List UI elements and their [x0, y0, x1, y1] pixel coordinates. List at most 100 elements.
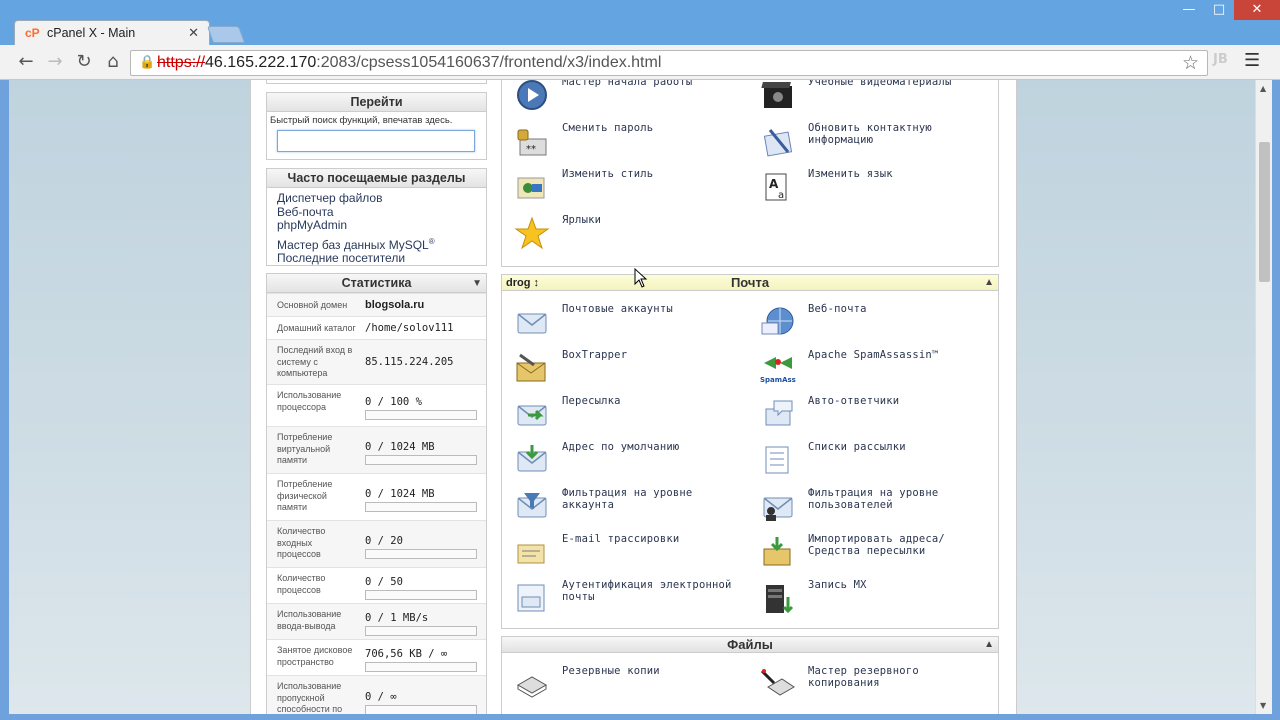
mail-item-label[interactable]: Фильтрация на уровне пользователей: [808, 487, 988, 511]
envelope-icon[interactable]: [514, 305, 550, 339]
default-address-icon[interactable]: [514, 443, 550, 477]
account-filter-icon[interactable]: [514, 489, 550, 523]
auth-icon[interactable]: [514, 581, 550, 615]
close-window-icon[interactable]: ✕: [1234, 0, 1280, 20]
collapse-arrow-icon[interactable]: ▼: [472, 274, 482, 293]
mail-title[interactable]: drog ↕ Почта ▲: [502, 275, 998, 291]
scroll-up-icon[interactable]: ▲: [1260, 84, 1266, 93]
mail-item-4[interactable]: Пересылка: [504, 395, 744, 439]
mail-item-8[interactable]: Фильтрация на уровне аккаунта: [504, 487, 744, 531]
preferences-item-3[interactable]: Обновить контактную информацию: [750, 122, 990, 166]
import-icon[interactable]: [760, 535, 796, 569]
mail-item-label[interactable]: Импортировать адреса/ Средства пересылки: [808, 533, 988, 557]
autoresponder-icon[interactable]: [760, 397, 796, 431]
mail-item-label[interactable]: Apache SpamAssassin™: [808, 349, 988, 361]
drag-handle[interactable]: drog ↕: [506, 275, 539, 291]
mail-item-label[interactable]: Пересылка: [562, 395, 742, 407]
url-text[interactable]: https://46.165.222.170:2083/cpsess105416…: [157, 54, 661, 72]
mail-item-label[interactable]: Почтовые аккаунты: [562, 303, 742, 315]
mail-item-label[interactable]: Фильтрация на уровне аккаунта: [562, 487, 742, 511]
menu-icon[interactable]: ☰: [1244, 50, 1260, 71]
video-icon[interactable]: [760, 80, 796, 112]
mailing-list-icon[interactable]: [760, 443, 796, 477]
fav-link-mysql-wizard[interactable]: Мастер баз данных MySQL®: [267, 235, 486, 253]
fav-link-phpmyadmin[interactable]: phpMyAdmin: [267, 218, 486, 233]
mail-item-5[interactable]: Авто-ответчики: [750, 395, 990, 439]
files-item-0[interactable]: Резервные копии: [504, 665, 744, 709]
collapse-arrow-icon[interactable]: ▲: [984, 275, 994, 291]
back-arrow-icon[interactable]: ←: [14, 51, 38, 73]
preferences-item-5[interactable]: Aa Изменить язык: [750, 168, 990, 212]
preferences-item-label[interactable]: Обновить контактную информацию: [808, 122, 988, 146]
mail-item-label[interactable]: BoxTrapper: [562, 349, 742, 361]
mail-item-label[interactable]: Аутентификация электронной почты: [562, 579, 742, 603]
spamassassin-icon[interactable]: SpamAssassin: [760, 351, 816, 385]
fav-link-latest-visitors[interactable]: Последние посетители: [267, 251, 486, 266]
preferences-item-label[interactable]: Ярлыки: [562, 214, 742, 226]
mail-item-label[interactable]: E-mail трассировки: [562, 533, 742, 545]
mail-item-12[interactable]: Аутентификация электронной почты: [504, 579, 744, 623]
bookmark-star-icon[interactable]: ☆: [1182, 52, 1199, 75]
webmail-globe-icon[interactable]: [760, 305, 796, 339]
files-item-1[interactable]: Мастер резервного копирования: [750, 665, 990, 709]
mail-item-6[interactable]: Адрес по умолчанию: [504, 441, 744, 485]
trace-icon[interactable]: [514, 535, 550, 569]
browser-tab[interactable]: cP cPanel X - Main ✕: [14, 20, 210, 46]
files-item-label[interactable]: Резервные копии: [562, 665, 742, 677]
search-input[interactable]: [277, 130, 475, 152]
preferences-item-2[interactable]: ** Сменить пароль: [504, 122, 744, 166]
mail-item-10[interactable]: E-mail трассировки: [504, 533, 744, 577]
fav-link-file-manager[interactable]: Диспетчер файлов: [267, 191, 486, 206]
backup-icon[interactable]: [514, 667, 550, 701]
language-icon[interactable]: Aa: [760, 170, 796, 204]
mail-item-13[interactable]: Запись MX: [750, 579, 990, 623]
mail-item-11[interactable]: Импортировать адреса/ Средства пересылки: [750, 533, 990, 577]
mail-item-3[interactable]: SpamAssassin Apache SpamAssassin™: [750, 349, 990, 393]
mail-item-label[interactable]: Авто-ответчики: [808, 395, 988, 407]
contact-icon[interactable]: [760, 124, 796, 158]
mx-icon[interactable]: [760, 581, 796, 615]
mail-item-1[interactable]: Веб-почта: [750, 303, 990, 347]
preferences-item-label[interactable]: Учебные видеоматериалы: [808, 80, 988, 88]
mail-item-label[interactable]: Запись MX: [808, 579, 988, 591]
mail-item-9[interactable]: Фильтрация на уровне пользователей: [750, 487, 990, 531]
preferences-item-label[interactable]: Мастер начала работы: [562, 80, 742, 88]
tab-close-icon[interactable]: ✕: [188, 25, 199, 41]
style-icon[interactable]: [514, 170, 550, 204]
mail-item-label[interactable]: Адрес по умолчанию: [562, 441, 742, 453]
fav-link-webmail[interactable]: Веб-почта: [267, 205, 486, 220]
minimize-icon[interactable]: —: [1174, 0, 1204, 20]
extension-jb-icon[interactable]: JB: [1213, 52, 1228, 67]
preferences-item-label[interactable]: Сменить пароль: [562, 122, 742, 134]
mail-item-label[interactable]: Списки рассылки: [808, 441, 988, 453]
scroll-down-icon[interactable]: ▼: [1260, 701, 1266, 710]
mail-item-7[interactable]: Списки рассылки: [750, 441, 990, 485]
preferences-item-6[interactable]: Ярлыки: [504, 214, 744, 258]
page-scrollbar[interactable]: ▲ ▼: [1255, 80, 1272, 714]
boxtrapper-icon[interactable]: [514, 351, 550, 385]
mail-item-2[interactable]: BoxTrapper: [504, 349, 744, 393]
files-title[interactable]: Файлы ▲: [502, 637, 998, 653]
preferences-item-1[interactable]: Учебные видеоматериалы: [750, 80, 990, 120]
preferences-item-4[interactable]: Изменить стиль: [504, 168, 744, 212]
address-bar[interactable]: 🔒 https://46.165.222.170:2083/cpsess1054…: [130, 50, 1208, 76]
play-icon[interactable]: [514, 80, 550, 112]
scrollbar-thumb[interactable]: [1259, 142, 1270, 282]
mail-item-label[interactable]: Веб-почта: [808, 303, 988, 315]
files-item-label[interactable]: Мастер резервного копирования: [808, 665, 988, 689]
preferences-item-label[interactable]: Изменить стиль: [562, 168, 742, 180]
password-icon[interactable]: **: [514, 124, 550, 158]
forward-arrow-icon[interactable]: →: [43, 51, 67, 73]
preferences-item-label[interactable]: Изменить язык: [808, 168, 988, 180]
home-icon[interactable]: ⌂: [101, 51, 125, 73]
insecure-lock-icon[interactable]: 🔒: [139, 54, 155, 70]
forward-icon[interactable]: [514, 397, 550, 431]
reload-icon[interactable]: ↻: [72, 51, 96, 73]
mail-item-0[interactable]: Почтовые аккаунты: [504, 303, 744, 347]
new-tab-button[interactable]: [206, 26, 246, 43]
user-filter-icon[interactable]: [760, 489, 796, 523]
preferences-item-0[interactable]: Мастер начала работы: [504, 80, 744, 120]
star-icon[interactable]: [514, 216, 550, 250]
backup-wizard-icon[interactable]: [760, 667, 796, 701]
collapse-arrow-icon[interactable]: ▲: [984, 637, 994, 653]
